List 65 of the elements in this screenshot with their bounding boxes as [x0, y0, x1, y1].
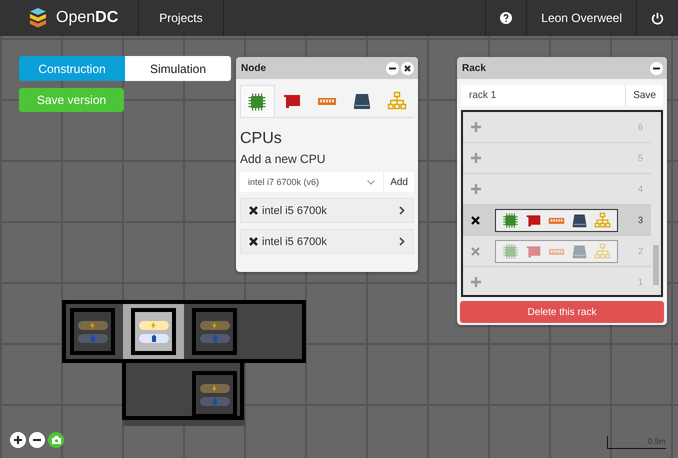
help-icon[interactable]	[500, 12, 512, 24]
plus-icon[interactable]	[471, 152, 481, 162]
scale-bar	[607, 436, 666, 449]
app-name: OpenDC	[56, 9, 118, 27]
minus-icon	[33, 436, 41, 444]
minimize-button[interactable]	[386, 62, 399, 74]
zoom-out-button[interactable]	[29, 432, 45, 448]
camera-icon	[52, 436, 60, 444]
chip-icon	[502, 242, 519, 260]
minus-icon	[653, 64, 660, 72]
slot-number: 6	[638, 122, 643, 132]
remove-icon[interactable]	[249, 206, 258, 215]
remove-icon[interactable]	[249, 237, 258, 246]
power-icon[interactable]	[651, 12, 664, 24]
component-tab[interactable]	[240, 85, 275, 117]
rack-slot[interactable]: 3	[463, 205, 651, 236]
lightning-icon	[151, 322, 156, 328]
battery-icon	[212, 334, 216, 342]
delete-rack-button[interactable]: Delete this rack	[460, 301, 664, 323]
remove-icon[interactable]	[471, 216, 480, 224]
battery-icon	[90, 334, 94, 342]
panel-title: Node	[241, 62, 267, 74]
slot-number: 1	[638, 277, 643, 287]
network-icon	[594, 212, 611, 228]
plus-icon[interactable]	[471, 184, 481, 194]
network-icon	[386, 91, 407, 111]
chip-icon	[247, 92, 268, 112]
drive-icon	[571, 242, 588, 260]
cpu-list-item[interactable]: intel i5 6700k	[240, 198, 414, 223]
plus-icon[interactable]	[471, 276, 481, 286]
chevron-right-icon	[399, 237, 405, 246]
drive-icon	[571, 212, 588, 228]
machine[interactable]	[495, 208, 618, 232]
close-icon	[404, 64, 411, 72]
screenshot-button[interactable]	[48, 432, 64, 448]
close-button[interactable]	[401, 62, 414, 74]
slot-number: 4	[638, 184, 643, 194]
drive-icon	[352, 91, 372, 111]
chip-icon	[502, 212, 519, 228]
scrollbar-thumb[interactable]	[653, 245, 659, 285]
panel-title: Rack	[462, 62, 487, 74]
slot-number: 5	[638, 153, 643, 163]
plus-icon	[14, 436, 22, 444]
chevron-down-icon	[367, 180, 376, 184]
zoom-in-button[interactable]	[10, 432, 26, 448]
chevron-right-icon	[399, 206, 405, 215]
cpu-list-item[interactable]: intel i5 6700k	[240, 229, 414, 254]
section-heading: CPUs	[240, 130, 283, 148]
stacked-cubes-logo-icon	[30, 8, 46, 28]
network-icon	[594, 242, 611, 260]
lightning-icon	[90, 322, 95, 328]
plus-icon[interactable]	[471, 122, 481, 132]
minus-icon	[389, 64, 396, 72]
mode-tab[interactable]: Simulation	[125, 56, 231, 81]
slot-number: 2	[638, 246, 643, 256]
lightning-icon	[212, 322, 217, 328]
battery-icon	[212, 398, 216, 404]
section-subheading: Add a new CPU	[240, 152, 326, 166]
minimize-button[interactable]	[650, 62, 663, 74]
slot-number: 3	[638, 215, 643, 225]
user-name[interactable]: Leon Overweel	[541, 11, 622, 25]
lightning-icon	[212, 384, 217, 392]
rack[interactable]	[131, 308, 176, 355]
battery-icon	[152, 334, 156, 342]
room-tile[interactable]	[123, 363, 184, 426]
